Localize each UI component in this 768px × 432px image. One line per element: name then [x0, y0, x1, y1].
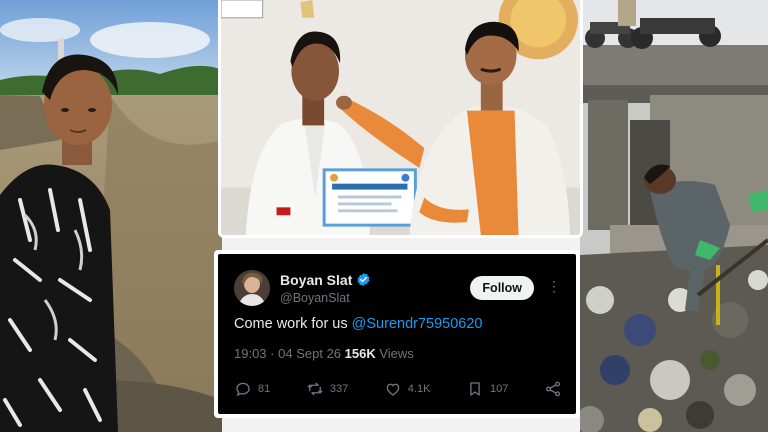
mention-link[interactable]: @Surendr75950620 — [352, 316, 483, 332]
like-action[interactable]: 4.1K — [384, 380, 431, 398]
tweet-time[interactable]: 19:03 — [234, 346, 267, 361]
tweet-date[interactable]: 04 Sept 26 — [278, 346, 341, 361]
bookmark-action[interactable]: 107 — [466, 380, 508, 398]
reply-action[interactable]: 81 — [234, 380, 270, 398]
tweet-header: Boyan Slat @BoyanSlat Follow ⋮ — [234, 268, 564, 308]
views-count: 156K — [344, 346, 376, 361]
repost-icon — [306, 380, 324, 398]
tweet-text-body: Come work for us — [234, 316, 352, 332]
like-icon — [384, 380, 402, 398]
follow-button[interactable]: Follow — [470, 276, 534, 300]
collage: Boyan Slat @BoyanSlat Follow ⋮ Come work… — [0, 0, 768, 432]
award-ceremony-photo — [218, 0, 583, 238]
author-info: Boyan Slat @BoyanSlat — [280, 272, 371, 305]
more-options-icon[interactable]: ⋮ — [547, 279, 561, 293]
reply-count: 81 — [258, 383, 271, 395]
tweet-actions: 81 337 4.1K 107 — [234, 378, 562, 400]
like-count: 4.1K — [407, 383, 431, 395]
meta-separator: · — [270, 346, 275, 361]
author-handle[interactable]: @BoyanSlat — [280, 291, 371, 305]
repost-count: 337 — [329, 383, 349, 395]
reply-icon — [234, 380, 252, 398]
author-name-row: Boyan Slat — [280, 272, 371, 288]
river-selfie-photo — [0, 0, 222, 432]
tweet-card-frame: Boyan Slat @BoyanSlat Follow ⋮ Come work… — [214, 250, 580, 418]
tweet-meta: 19:03 · 04 Sept 26 156K Views — [234, 346, 414, 361]
share-action[interactable] — [544, 380, 562, 398]
views-label: Views — [379, 346, 414, 361]
author-display-name[interactable]: Boyan Slat — [280, 272, 352, 288]
waste-cleanup-photo — [580, 0, 768, 432]
repost-action[interactable]: 337 — [306, 380, 348, 398]
tweet-text: Come work for us @Surendr75950620 — [234, 316, 482, 332]
bookmark-icon — [466, 380, 484, 398]
author-avatar[interactable] — [234, 270, 270, 306]
bookmark-count: 107 — [490, 383, 509, 395]
tweet-card: Boyan Slat @BoyanSlat Follow ⋮ Come work… — [218, 254, 576, 414]
share-icon — [544, 380, 562, 398]
verified-badge-icon — [356, 272, 371, 287]
